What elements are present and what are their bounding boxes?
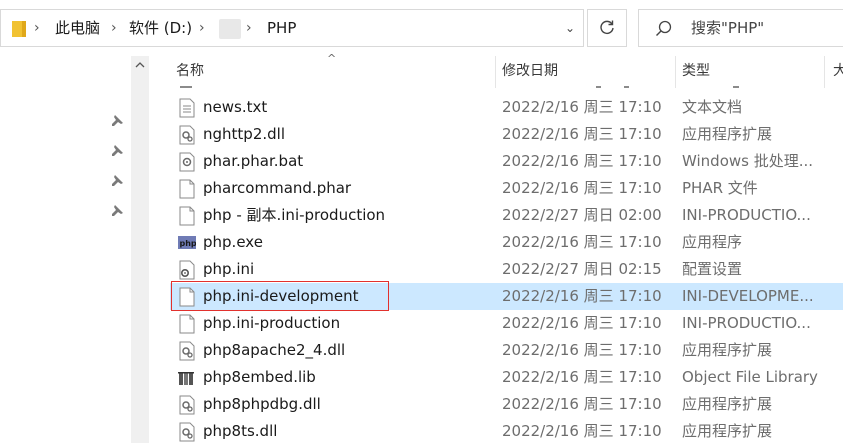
lib-file-icon <box>178 372 194 385</box>
text-file-icon <box>179 98 195 118</box>
file-name[interactable]: php8ts.dll <box>203 418 277 443</box>
file-type: Object File Library <box>682 368 818 386</box>
blank-file-icon <box>179 206 195 226</box>
file-list[interactable]: news.txt 2022/2/16 周三 17:10 文本文档 nghttp2.dl… <box>170 86 843 443</box>
ini-settings-icon <box>179 260 195 280</box>
file-row[interactable]: news.txt 2022/2/16 周三 17:10 文本文档 <box>170 94 843 121</box>
file-type: 应用程序扩展 <box>682 422 773 440</box>
file-type: 应用程序扩展 <box>682 125 773 143</box>
file-modified-date: 2022/2/16 周三 17:10 <box>502 287 662 305</box>
chevron-right-icon[interactable]: › <box>34 10 40 46</box>
file-name[interactable]: php8phpdbg.dll <box>203 391 321 418</box>
partially-hidden-row <box>170 86 843 94</box>
pin-icon[interactable] <box>110 114 124 128</box>
search-input[interactable]: 搜索"PHP" <box>691 10 764 46</box>
file-modified-date: 2022/2/16 周三 17:10 <box>502 368 662 386</box>
file-name[interactable]: pharcommand.phar <box>203 175 351 202</box>
dll-file-icon <box>179 422 195 442</box>
address-bar[interactable]: › 此电脑 › 软件 (D:) › › PHP ⌄ <box>0 9 584 47</box>
column-header-name[interactable]: 名称 <box>176 56 204 86</box>
breadcrumb-php[interactable]: PHP <box>267 10 296 46</box>
file-name[interactable]: php.exe <box>203 229 263 256</box>
column-divider[interactable] <box>495 56 496 88</box>
file-modified-date: 2022/2/27 周日 02:15 <box>502 260 662 278</box>
file-modified-date: 2022/2/16 周三 17:10 <box>502 98 662 116</box>
file-modified-date: 2022/2/27 周日 02:00 <box>502 206 662 224</box>
file-row[interactable]: php8apache2_4.dll 2022/2/16 周三 17:10 应用程序扩… <box>170 337 843 364</box>
file-row[interactable]: php8phpdbg.dll 2022/2/16 周三 17:10 应用程序扩展 <box>170 391 843 418</box>
column-divider[interactable] <box>824 56 825 88</box>
blank-file-icon <box>179 287 195 307</box>
file-name[interactable]: php.ini-production <box>203 310 340 337</box>
file-modified-date: 2022/2/16 周三 17:10 <box>502 152 662 170</box>
file-modified-date: 2022/2/16 周三 17:10 <box>502 395 662 413</box>
file-modified-date: 2022/2/16 周三 17:10 <box>502 341 662 359</box>
search-icon <box>656 20 672 36</box>
file-modified-date: 2022/2/16 周三 17:10 <box>502 422 662 440</box>
file-type: INI-PRODUCTIO... <box>682 314 811 332</box>
file-row[interactable]: nghttp2.dll 2022/2/16 周三 17:10 应用程序扩展 <box>170 121 843 148</box>
file-type: Windows 批处理... <box>682 152 814 170</box>
file-type: INI-PRODUCTIO... <box>682 206 811 224</box>
chevron-right-icon[interactable]: › <box>111 10 117 46</box>
pin-icon[interactable] <box>110 144 124 158</box>
folder-icon <box>12 21 26 37</box>
column-header-type[interactable]: 类型 <box>682 56 710 86</box>
file-type: 应用程序扩展 <box>682 395 773 413</box>
file-name[interactable]: nghttp2.dll <box>203 121 285 148</box>
column-headers: ^ 名称 修改日期 类型 大 <box>150 52 843 88</box>
chevron-right-icon[interactable]: › <box>199 10 205 46</box>
blank-file-icon <box>179 314 195 334</box>
svg-text:php: php <box>180 239 197 248</box>
refresh-icon <box>600 20 614 34</box>
dll-file-icon <box>179 341 195 361</box>
file-row[interactable]: php php.exe 2022/2/16 周三 17:10 应用程序 <box>170 229 843 256</box>
file-row[interactable]: php.ini 2022/2/27 周日 02:15 配置设置 <box>170 256 843 283</box>
file-name[interactable]: php.ini-development <box>203 283 359 310</box>
file-modified-date: 2022/2/16 周三 17:10 <box>502 125 662 143</box>
batch-file-icon <box>179 152 195 172</box>
chevron-down-icon[interactable]: ⌄ <box>557 10 583 46</box>
file-row[interactable]: phar.phar.bat 2022/2/16 周三 17:10 Windows 批… <box>170 148 843 175</box>
chevron-right-icon[interactable]: › <box>246 10 252 46</box>
file-name[interactable]: phar.phar.bat <box>203 148 303 175</box>
breadcrumb-drive-d[interactable]: 软件 (D:) <box>129 10 192 46</box>
file-type: 应用程序扩展 <box>682 341 773 359</box>
nav-scrollbar[interactable] <box>131 56 149 443</box>
file-type: INI-DEVELOPME... <box>682 287 814 305</box>
scroll-up-arrow-icon[interactable] <box>131 56 149 74</box>
file-type: 配置设置 <box>682 260 743 278</box>
file-row-selected[interactable]: php.ini-development 2022/2/16 周三 17:10 INI… <box>170 281 843 311</box>
refresh-button[interactable] <box>587 9 627 47</box>
redacted-breadcrumb <box>219 19 241 39</box>
file-row[interactable]: php8embed.lib 2022/2/16 周三 17:10 Object Fi… <box>170 364 843 391</box>
php-exe-icon: php <box>178 236 197 249</box>
column-header-modified[interactable]: 修改日期 <box>502 56 558 86</box>
dll-file-icon <box>179 125 195 145</box>
file-name[interactable]: php8embed.lib <box>203 364 316 391</box>
column-divider[interactable] <box>675 56 676 88</box>
file-modified-date: 2022/2/16 周三 17:10 <box>502 233 662 251</box>
file-type: PHAR 文件 <box>682 179 758 197</box>
file-name[interactable]: php.ini <box>203 256 254 283</box>
file-name[interactable]: php - 副本.ini-production <box>203 202 385 229</box>
file-name[interactable]: news.txt <box>203 94 267 121</box>
file-row[interactable]: pharcommand.phar 2022/2/16 周三 17:10 PHAR 文… <box>170 175 843 202</box>
file-modified-date: 2022/2/16 周三 17:10 <box>502 314 662 332</box>
dll-file-icon <box>179 395 195 415</box>
file-row[interactable]: php.ini-production 2022/2/16 周三 17:10 INI-… <box>170 310 843 337</box>
search-box[interactable]: 搜索"PHP" <box>638 9 843 47</box>
sort-ascending-icon: ^ <box>327 52 337 65</box>
column-header-size[interactable]: 大 <box>833 56 843 86</box>
blank-file-icon <box>179 179 195 199</box>
pin-icon[interactable] <box>110 204 124 218</box>
file-name[interactable]: php8apache2_4.dll <box>203 337 345 364</box>
file-row[interactable]: php - 副本.ini-production 2022/2/27 周日 02:0… <box>170 202 843 229</box>
file-type: 文本文档 <box>682 98 743 116</box>
file-type: 应用程序 <box>682 233 743 251</box>
breadcrumb-this-pc[interactable]: 此电脑 <box>55 10 100 46</box>
file-row[interactable]: php8ts.dll 2022/2/16 周三 17:10 应用程序扩展 <box>170 418 843 443</box>
file-modified-date: 2022/2/16 周三 17:10 <box>502 179 662 197</box>
pin-icon[interactable] <box>110 174 124 188</box>
